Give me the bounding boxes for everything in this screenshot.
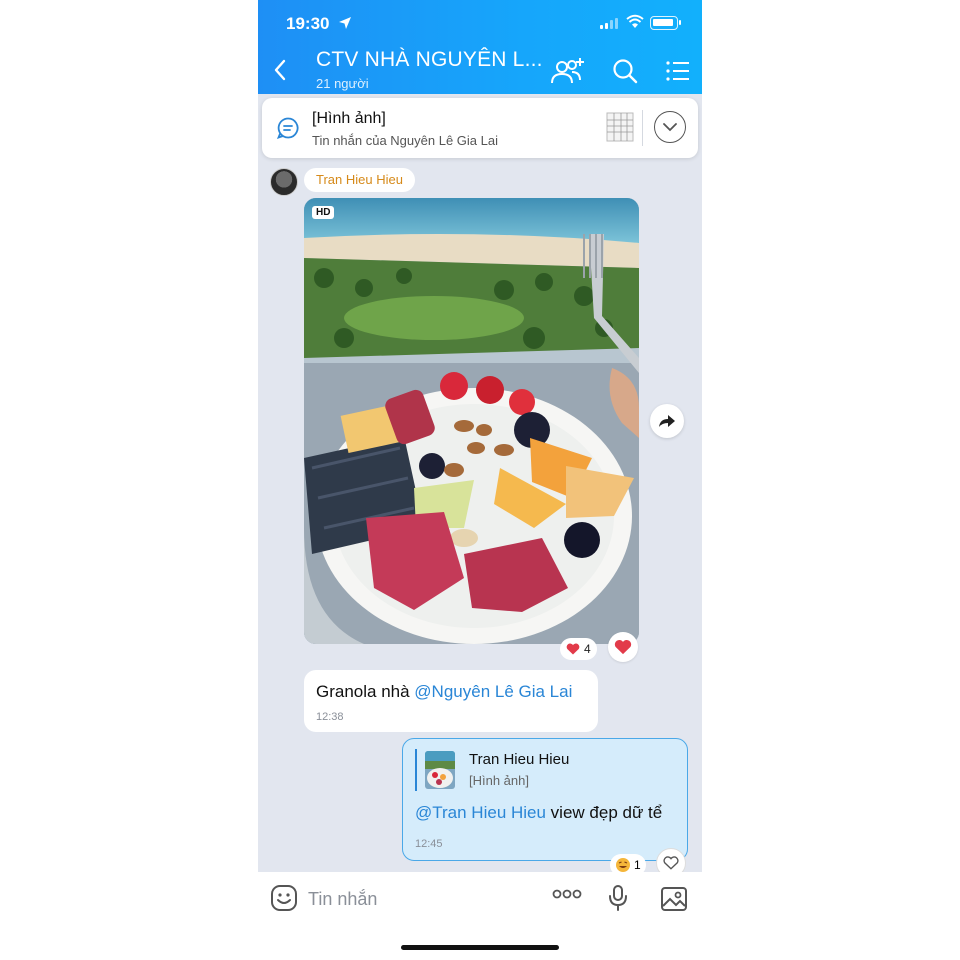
forward-button[interactable] [650,404,684,438]
message-time: 12:38 [316,711,344,723]
heart-icon [566,643,580,655]
pin-message-icon [276,117,299,139]
mic-icon[interactable] [608,884,628,912]
divider [642,110,643,146]
pinned-subtitle: Tin nhắn của Nguyên Lê Gia Lai [312,133,498,148]
phone-screen: 19:30 CTV NHÀ NGUYÊN L... 21 người [Hình… [258,0,702,960]
forward-icon [659,415,675,427]
avatar[interactable] [270,168,298,196]
more-icon[interactable] [552,889,582,899]
search-icon[interactable] [612,58,638,84]
reply-text: @Tran Hieu Hieu view đẹp dữ tể [415,803,662,823]
heart-icon [614,639,632,655]
reply-text-plain: view đẹp dữ tể [545,803,663,822]
emoji-icon[interactable] [270,884,298,912]
chat-header: 19:30 CTV NHÀ NGUYÊN L... 21 người [258,0,702,94]
laugh-emoji-icon [616,858,630,872]
heart-outline-icon [663,856,679,870]
reaction-count: 4 [584,642,591,656]
back-icon[interactable] [272,58,288,82]
message-text: Granola nhà @Nguyên Lê Gia Lai [316,682,572,702]
pinned-thumbnail [606,112,634,142]
mention-link[interactable]: @Nguyên Lê Gia Lai [414,682,572,701]
signal-icon [600,18,618,29]
pinned-message[interactable]: [Hình ảnh] Tin nhắn của Nguyên Lê Gia La… [262,98,698,158]
wifi-icon [626,14,644,28]
battery-icon [650,16,681,30]
pinned-title: [Hình ảnh] [312,110,386,127]
sender-name[interactable]: Tran Hieu Hieu [304,168,415,192]
chevron-down-icon [663,123,677,132]
input-bar [258,872,702,926]
message-photo[interactable]: HD [304,198,639,644]
quoted-thumbnail[interactable] [425,751,455,789]
message-text-plain: Granola nhà [316,682,415,701]
status-time: 19:30 [286,14,330,33]
quoted-sender: Tran Hieu Hieu [469,751,570,768]
hd-badge: HD [312,206,335,219]
chat-area[interactable]: [Hình ảnh] Tin nhắn của Nguyên Lê Gia La… [258,94,702,878]
message-input[interactable] [308,886,528,912]
add-member-icon[interactable] [550,56,586,86]
mention-link[interactable]: @Tran Hieu Hieu [415,803,546,822]
gallery-icon[interactable] [660,886,688,912]
photo-image [304,198,639,644]
expand-pinned-button[interactable] [654,111,686,143]
react-button[interactable] [608,632,638,662]
menu-icon[interactable] [666,60,690,82]
home-indicator[interactable] [401,945,559,950]
reaction-summary[interactable]: 4 [560,638,597,660]
message-time: 12:45 [415,838,443,850]
location-arrow-icon [339,17,351,29]
reaction-count: 1 [634,858,641,872]
reply-message-bubble[interactable]: Tran Hieu Hieu [Hình ảnh] @Tran Hieu Hie… [402,738,688,861]
chat-title[interactable]: CTV NHÀ NGUYÊN L... [316,48,543,72]
quote-bar [415,749,417,791]
member-count: 21 người [316,76,369,91]
message-bubble[interactable]: Granola nhà @Nguyên Lê Gia Lai 12:38 [304,670,598,732]
quoted-type: [Hình ảnh] [469,773,529,788]
